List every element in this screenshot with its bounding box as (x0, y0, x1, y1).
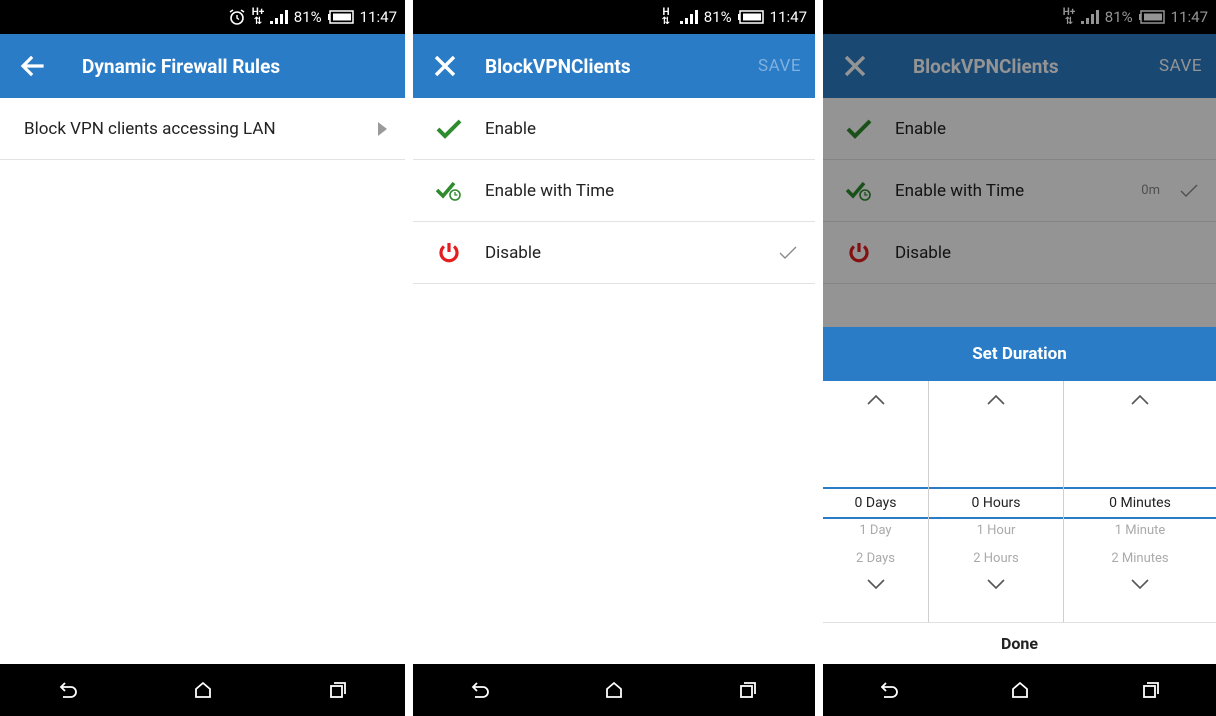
arrow-left-icon (20, 55, 44, 77)
rule-label: Block VPN clients accessing LAN (24, 118, 276, 139)
chevron-up-icon[interactable] (823, 395, 928, 405)
system-nav-bar (413, 664, 815, 716)
nav-home-button[interactable] (1000, 670, 1040, 710)
options-list: Enable Enable with Time Disable (413, 98, 815, 284)
screen-rule-edit: H ⇅ 81% 11:47 BlockVPNClients SAVE Enable… (413, 0, 815, 716)
recents-icon (329, 682, 346, 698)
hours-picker[interactable]: 0 Hours 1 Hour 2 Hours (929, 381, 1064, 623)
check-icon (413, 119, 485, 139)
hours-selected: 0 Hours (929, 487, 1063, 519)
nav-back-button[interactable] (48, 670, 88, 710)
nav-recents-button[interactable] (728, 670, 768, 710)
chevron-right-icon (377, 121, 405, 136)
hours-option: 2 Hours (973, 551, 1019, 566)
back-nav-icon (59, 682, 77, 698)
chevron-up-icon[interactable] (1064, 395, 1216, 405)
days-option: 2 Days (856, 551, 895, 566)
home-icon (606, 681, 622, 698)
check-clock-icon (413, 180, 485, 202)
close-button[interactable] (413, 34, 477, 98)
option-enable[interactable]: Enable (413, 98, 815, 160)
page-title: BlockVPNClients (485, 54, 631, 78)
days-option: 1 Day (859, 523, 892, 538)
network-h-icon: H ⇅ (661, 7, 671, 27)
dialog-title: Set Duration (823, 327, 1216, 381)
nav-recents-button[interactable] (318, 670, 358, 710)
screen-set-duration: H+ ⇅ 81% 11:47 BlockVPNClients SAVE Enabl… (823, 0, 1216, 716)
option-label: Disable (485, 242, 542, 263)
chevron-up-icon[interactable] (929, 395, 1063, 405)
system-nav-bar (0, 664, 405, 716)
clock-time: 11:47 (359, 8, 397, 26)
modal-scrim[interactable] (823, 0, 1216, 327)
minutes-option: 2 Minutes (1111, 551, 1169, 566)
status-bar: H+ ⇅ 81% 11:47 (0, 0, 405, 34)
minutes-picker[interactable]: 0 Minutes 1 Minute 2 Minutes (1064, 381, 1216, 623)
network-hplus-icon: H+ ⇅ (251, 7, 265, 27)
power-icon (413, 241, 485, 265)
nav-home-button[interactable] (183, 670, 223, 710)
set-duration-dialog: Set Duration 0 Days 1 Day 2 Days 0 Hours… (823, 327, 1216, 664)
nav-back-button[interactable] (460, 670, 500, 710)
page-title: Dynamic Firewall Rules (82, 54, 281, 78)
battery-icon (737, 10, 764, 24)
recents-icon (1142, 682, 1159, 698)
battery-percent: 81% (703, 8, 732, 26)
signal-icon (269, 10, 288, 24)
app-bar: BlockVPNClients SAVE (413, 34, 815, 98)
alarm-icon (228, 8, 246, 26)
option-disable[interactable]: Disable (413, 222, 815, 284)
nav-recents-button[interactable] (1131, 670, 1171, 710)
nav-home-button[interactable] (594, 670, 634, 710)
home-icon (1011, 681, 1028, 698)
close-icon (434, 55, 456, 77)
recents-icon (740, 682, 756, 698)
nav-back-button[interactable] (869, 670, 909, 710)
screen-firewall-rules: H+ ⇅ 81% 11:47 Dynamic Firewall Rules Blo… (0, 0, 405, 716)
done-button[interactable]: Done (823, 622, 1216, 664)
days-selected: 0 Days (823, 487, 928, 519)
minutes-option: 1 Minute (1114, 523, 1166, 538)
hours-option: 1 Hour (976, 523, 1016, 538)
option-label: Enable (485, 118, 536, 139)
duration-pickers: 0 Days 1 Day 2 Days 0 Hours 1 Hour 2 Hou… (823, 381, 1216, 623)
days-picker[interactable]: 0 Days 1 Day 2 Days (823, 381, 929, 623)
system-nav-bar (823, 664, 1216, 716)
save-button[interactable]: SAVE (758, 56, 815, 76)
selected-check-icon (779, 246, 815, 260)
battery-icon (327, 10, 354, 24)
divider (405, 0, 413, 716)
chevron-down-icon[interactable] (823, 579, 928, 589)
status-bar: H ⇅ 81% 11:47 (413, 0, 815, 34)
app-bar: Dynamic Firewall Rules (0, 34, 405, 98)
home-icon (194, 681, 211, 698)
clock-time: 11:47 (769, 8, 807, 26)
back-nav-icon (880, 682, 898, 698)
option-enable-with-time[interactable]: Enable with Time (413, 160, 815, 222)
signal-icon (679, 10, 698, 24)
divider (815, 0, 823, 716)
option-label: Enable with Time (485, 180, 615, 201)
minutes-selected: 0 Minutes (1064, 487, 1216, 519)
rules-list: Block VPN clients accessing LAN (0, 98, 405, 160)
list-item-rule[interactable]: Block VPN clients accessing LAN (0, 98, 405, 160)
chevron-down-icon[interactable] (929, 579, 1063, 589)
back-nav-icon (471, 682, 489, 698)
back-button[interactable] (0, 34, 64, 98)
chevron-down-icon[interactable] (1064, 579, 1216, 589)
battery-percent: 81% (293, 8, 322, 26)
